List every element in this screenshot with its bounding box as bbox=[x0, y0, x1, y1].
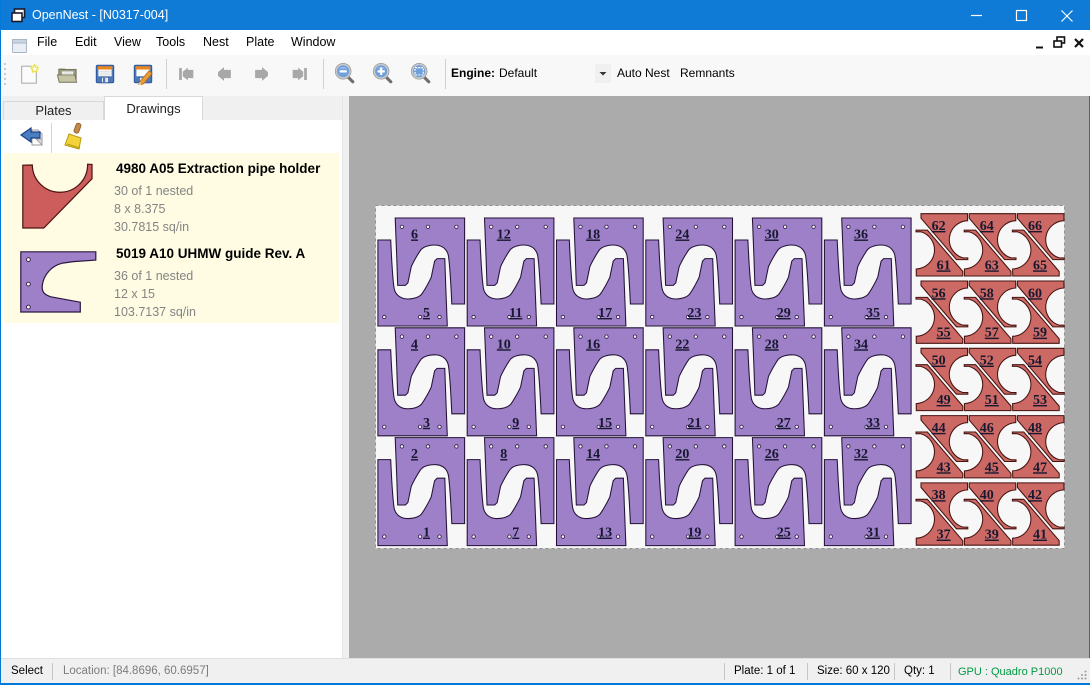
svg-text:38: 38 bbox=[932, 488, 946, 503]
svg-text:16: 16 bbox=[586, 337, 600, 352]
svg-text:15: 15 bbox=[598, 416, 612, 431]
svg-text:35: 35 bbox=[866, 306, 880, 321]
svg-text:9: 9 bbox=[512, 416, 519, 431]
svg-text:2: 2 bbox=[411, 447, 418, 462]
svg-text:58: 58 bbox=[980, 286, 994, 301]
svg-text:63: 63 bbox=[985, 258, 999, 273]
svg-text:24: 24 bbox=[675, 228, 689, 243]
svg-text:39: 39 bbox=[985, 528, 999, 543]
svg-text:25: 25 bbox=[777, 526, 791, 541]
svg-text:60: 60 bbox=[1028, 286, 1042, 301]
svg-text:20: 20 bbox=[675, 447, 689, 462]
svg-text:18: 18 bbox=[586, 228, 600, 243]
svg-text:61: 61 bbox=[937, 258, 951, 273]
svg-text:36: 36 bbox=[854, 228, 868, 243]
svg-text:32: 32 bbox=[854, 447, 868, 462]
svg-text:54: 54 bbox=[1028, 354, 1042, 369]
svg-text:22: 22 bbox=[675, 337, 689, 352]
svg-text:27: 27 bbox=[777, 416, 791, 431]
svg-text:48: 48 bbox=[1028, 421, 1042, 436]
svg-text:29: 29 bbox=[777, 306, 791, 321]
svg-text:34: 34 bbox=[854, 337, 868, 352]
svg-text:6: 6 bbox=[411, 228, 418, 243]
svg-text:4: 4 bbox=[411, 337, 418, 352]
svg-text:12: 12 bbox=[497, 228, 511, 243]
svg-text:23: 23 bbox=[687, 306, 701, 321]
svg-text:49: 49 bbox=[937, 393, 951, 408]
svg-text:53: 53 bbox=[1033, 393, 1047, 408]
svg-text:41: 41 bbox=[1033, 528, 1047, 543]
svg-text:45: 45 bbox=[985, 460, 999, 475]
svg-text:37: 37 bbox=[937, 528, 951, 543]
svg-text:55: 55 bbox=[937, 326, 951, 341]
svg-text:7: 7 bbox=[512, 526, 519, 541]
svg-text:42: 42 bbox=[1028, 488, 1042, 503]
svg-text:10: 10 bbox=[497, 337, 511, 352]
svg-text:52: 52 bbox=[980, 354, 994, 369]
svg-text:56: 56 bbox=[932, 286, 946, 301]
svg-text:33: 33 bbox=[866, 416, 880, 431]
svg-text:21: 21 bbox=[687, 416, 701, 431]
svg-text:1: 1 bbox=[423, 526, 430, 541]
svg-text:65: 65 bbox=[1033, 258, 1047, 273]
svg-text:50: 50 bbox=[932, 354, 946, 369]
svg-text:62: 62 bbox=[932, 219, 946, 234]
svg-text:28: 28 bbox=[765, 337, 779, 352]
svg-text:5: 5 bbox=[423, 306, 430, 321]
svg-text:30: 30 bbox=[765, 228, 779, 243]
svg-text:40: 40 bbox=[980, 488, 994, 503]
svg-text:57: 57 bbox=[985, 326, 999, 341]
svg-text:19: 19 bbox=[687, 526, 701, 541]
svg-text:26: 26 bbox=[765, 447, 779, 462]
svg-text:51: 51 bbox=[985, 393, 999, 408]
svg-text:8: 8 bbox=[500, 447, 507, 462]
svg-text:13: 13 bbox=[598, 526, 612, 541]
svg-text:46: 46 bbox=[980, 421, 994, 436]
svg-text:17: 17 bbox=[598, 306, 612, 321]
svg-text:47: 47 bbox=[1033, 460, 1047, 475]
svg-text:64: 64 bbox=[980, 219, 994, 234]
svg-text:11: 11 bbox=[509, 306, 522, 321]
svg-text:14: 14 bbox=[586, 447, 600, 462]
svg-text:59: 59 bbox=[1033, 326, 1047, 341]
svg-text:66: 66 bbox=[1028, 219, 1042, 234]
svg-text:43: 43 bbox=[937, 460, 951, 475]
svg-text:3: 3 bbox=[423, 416, 430, 431]
svg-text:31: 31 bbox=[866, 526, 880, 541]
svg-text:44: 44 bbox=[932, 421, 946, 436]
